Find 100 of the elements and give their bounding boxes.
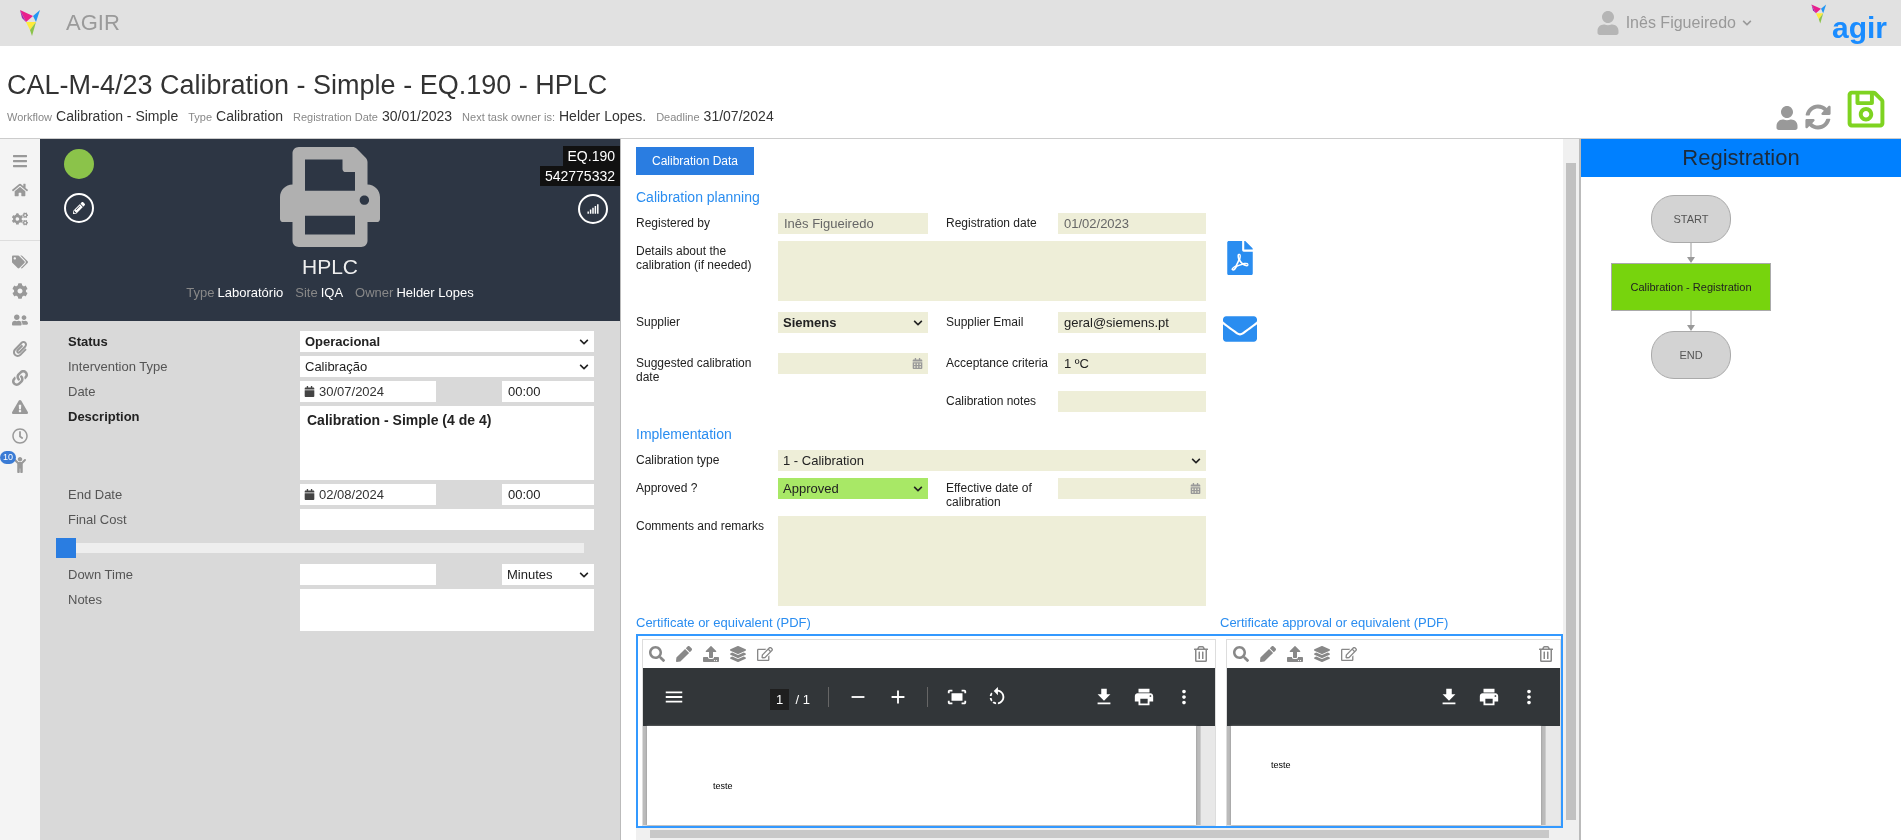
layers-icon[interactable] xyxy=(730,646,746,662)
equipment-code: EQ.190 xyxy=(562,146,620,166)
status-dot xyxy=(64,149,94,179)
field-label: Final Cost xyxy=(68,511,128,529)
chevron-icon xyxy=(579,361,589,372)
notes-field[interactable] xyxy=(300,589,594,631)
connector-arrow xyxy=(1687,243,1695,263)
chevron-icon xyxy=(579,336,589,347)
chevron-icon xyxy=(579,569,589,580)
person-icon[interactable] xyxy=(12,457,28,473)
field-label: Approved ? xyxy=(636,480,699,495)
gears-icon[interactable] xyxy=(12,211,28,227)
brand-logo: agir xyxy=(1831,13,1887,43)
field-label: Description xyxy=(68,408,141,426)
upload-icon[interactable] xyxy=(1287,646,1303,662)
page-number-field[interactable]: 1 xyxy=(770,689,790,710)
app-name: AGIR xyxy=(66,10,120,36)
serial-number: 542775332 xyxy=(539,166,620,186)
meta-value: Calibration xyxy=(216,108,283,124)
user-icon[interactable] xyxy=(1775,106,1799,130)
field-label: Calibration type xyxy=(636,452,721,467)
terminal-node: START xyxy=(1651,195,1731,243)
detail-value: Helder Lopes xyxy=(396,285,474,300)
text-field[interactable]: 1 ºC xyxy=(1058,353,1206,374)
save-icon[interactable] xyxy=(1845,88,1887,130)
detail-value: Laboratório xyxy=(217,285,284,300)
meta-label: Workflow xyxy=(7,111,53,123)
settings-icon[interactable] xyxy=(12,283,28,299)
select-field[interactable]: Calibração xyxy=(300,356,594,377)
field-label: Comments and remarks xyxy=(636,518,766,533)
field-label: Down Time xyxy=(68,566,135,584)
signal-button[interactable] xyxy=(578,194,608,224)
trash-icon[interactable] xyxy=(1193,646,1209,662)
text-field[interactable] xyxy=(1058,391,1206,412)
notification-badge: 10 xyxy=(0,451,16,464)
date-field[interactable] xyxy=(1058,478,1206,499)
time-field[interactable]: 00:00 xyxy=(502,484,594,505)
meta-label: Type xyxy=(188,111,213,123)
text-field[interactable]: geral@siemens.pt xyxy=(1058,312,1206,333)
refresh-icon[interactable] xyxy=(1805,104,1831,130)
select-field[interactable]: Operacional xyxy=(300,331,594,352)
time-field[interactable]: 00:00 xyxy=(502,381,594,402)
date-field[interactable] xyxy=(778,353,928,374)
unit-select[interactable]: Minutes xyxy=(502,564,594,585)
description-field[interactable]: Calibration - Simple (4 de 4) xyxy=(300,406,594,480)
print-icon[interactable] xyxy=(1478,686,1500,708)
field-label: Acceptance criteria xyxy=(945,355,1050,370)
field-label: Intervention Type xyxy=(68,358,169,376)
search-icon[interactable] xyxy=(649,646,665,662)
document-text: teste xyxy=(713,781,733,791)
meta-value: 31/07/2024 xyxy=(703,108,774,124)
link-icon[interactable] xyxy=(12,370,28,386)
field-label: Suggested calibration date xyxy=(636,355,753,384)
input-field[interactable] xyxy=(300,564,436,585)
meta-label: Next task owner is: xyxy=(462,111,555,123)
certificate-title: Certificate or equivalent (PDF) xyxy=(636,615,812,630)
date-field[interactable]: 30/07/2024 xyxy=(300,381,436,402)
trash-icon[interactable] xyxy=(1538,646,1554,662)
edit-icon[interactable] xyxy=(1341,646,1357,662)
date-field[interactable]: 02/08/2024 xyxy=(300,484,436,505)
layers-icon[interactable] xyxy=(1314,646,1330,662)
chevron-icon xyxy=(1741,18,1752,28)
warning-icon[interactable] xyxy=(12,399,28,415)
user-icon xyxy=(1595,11,1620,35)
paperclip-icon[interactable] xyxy=(12,341,28,357)
edit-button[interactable] xyxy=(64,193,94,223)
pencil-icon[interactable] xyxy=(1260,646,1276,662)
search-icon[interactable] xyxy=(1233,646,1249,662)
select-field[interactable]: 1 - Calibration xyxy=(778,450,1206,471)
pencil-icon[interactable] xyxy=(676,646,692,662)
users-icon[interactable] xyxy=(12,312,28,328)
field-label: Registration date xyxy=(945,215,1038,230)
meta-value: Calibration - Simple xyxy=(56,108,179,124)
certificate-title: Certificate approval or equivalent (PDF) xyxy=(1220,615,1450,630)
equipment-name: HPLC xyxy=(302,255,358,279)
home-icon[interactable] xyxy=(12,182,28,198)
field-label: Date xyxy=(68,383,97,401)
chevron-icon xyxy=(913,483,923,494)
pencil-icon xyxy=(73,202,85,214)
text-field[interactable]: Inês Figueiredo xyxy=(778,213,928,234)
section-title: Implementation xyxy=(636,426,733,442)
select-field[interactable]: Siemens xyxy=(778,312,928,333)
page-title: CAL-M-4/23 Calibration - Simple - EQ.190 - HPLC xyxy=(7,70,609,101)
edit-icon[interactable] xyxy=(757,646,773,662)
select-field[interactable]: Approved xyxy=(778,478,928,499)
text-field[interactable]: 01/02/2023 xyxy=(1058,213,1206,234)
clock-icon[interactable] xyxy=(12,428,28,444)
section-title: Calibration planning xyxy=(636,189,761,205)
print-icon[interactable] xyxy=(1133,686,1155,708)
upload-icon[interactable] xyxy=(703,646,719,662)
slider-thumb[interactable] xyxy=(56,538,76,558)
field-label: Supplier Email xyxy=(945,314,1025,329)
workflow-title: Registration xyxy=(1581,139,1901,177)
tags-icon[interactable] xyxy=(12,254,28,270)
detail-label: Type xyxy=(186,285,215,300)
calibration-data-tab[interactable]: Calibration Data xyxy=(636,147,755,175)
chevron-icon xyxy=(913,317,923,328)
input-field[interactable] xyxy=(300,509,594,530)
page-count: / 1 xyxy=(795,692,810,707)
detail-label: Site xyxy=(295,285,318,300)
